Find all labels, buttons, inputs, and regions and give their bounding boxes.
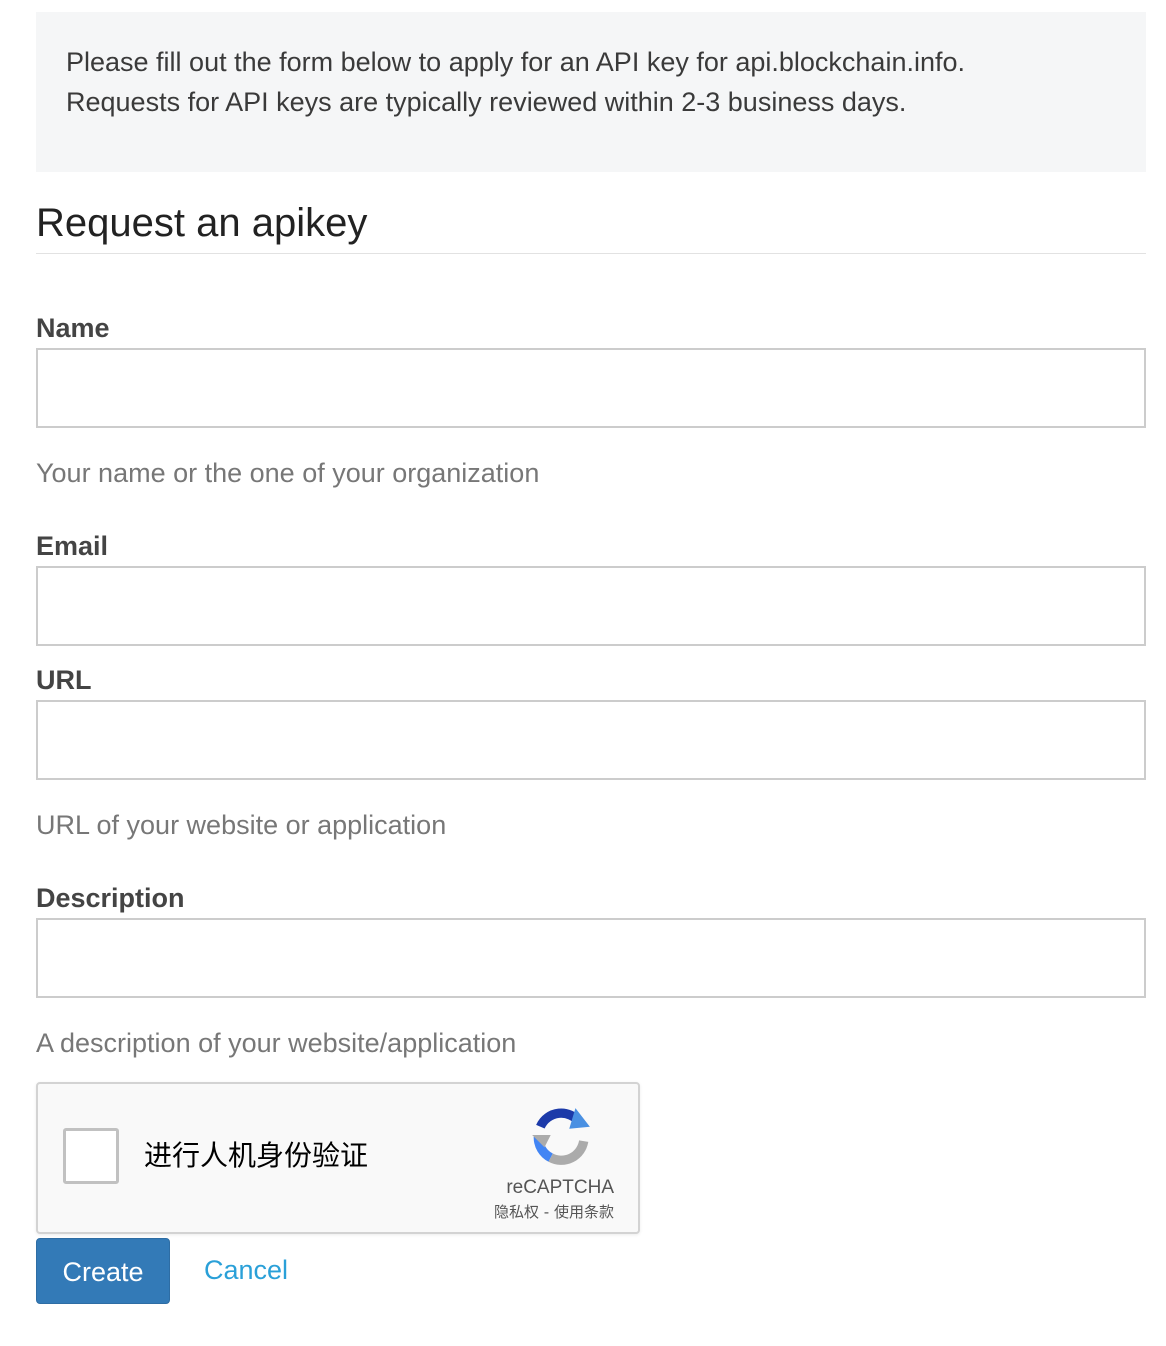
page: Please fill out the form below to apply … (0, 0, 1166, 1346)
url-input[interactable] (36, 700, 1146, 780)
recaptcha-terms-link[interactable]: 使用条款 (554, 1203, 614, 1221)
page-title: Request an apikey (36, 201, 368, 245)
notice-line-2: Requests for API keys are typically revi… (66, 87, 907, 117)
recaptcha-logo-icon (532, 1108, 590, 1165)
create-button[interactable]: Create (36, 1238, 170, 1304)
name-input[interactable] (36, 348, 1146, 428)
notice-line-1: Please fill out the form below to apply … (66, 47, 965, 77)
recaptcha-widget: 进行人机身份验证 reCAPTCHA 隐私权 - 使用条款 (36, 1082, 640, 1234)
description-label: Description (36, 883, 185, 913)
name-help-text: Your name or the one of your organizatio… (36, 458, 540, 488)
url-label: URL (36, 665, 92, 695)
page-title-container: Request an apikey (36, 196, 1146, 254)
recaptcha-checkbox[interactable] (63, 1128, 119, 1184)
description-input[interactable] (36, 918, 1146, 998)
recaptcha-links: 隐私权 - 使用条款 (494, 1202, 614, 1222)
email-input[interactable] (36, 566, 1146, 646)
recaptcha-brand: reCAPTCHA (506, 1177, 614, 1198)
cancel-link[interactable]: Cancel (204, 1252, 288, 1288)
url-help-text: URL of your website or application (36, 810, 447, 840)
name-label: Name (36, 313, 110, 343)
recaptcha-privacy-link[interactable]: 隐私权 (494, 1203, 539, 1221)
info-notice: Please fill out the form below to apply … (36, 12, 1146, 172)
recaptcha-checkbox-label: 进行人机身份验证 (144, 1139, 369, 1172)
description-help-text: A description of your website/applicatio… (36, 1028, 517, 1058)
recaptcha-link-separator: - (539, 1203, 554, 1221)
email-label: Email (36, 531, 109, 561)
